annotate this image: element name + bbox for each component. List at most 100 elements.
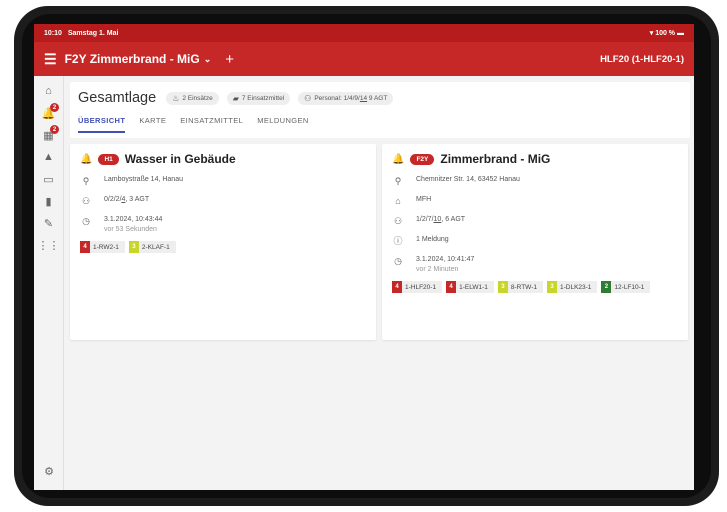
unit-status: 4	[392, 281, 402, 293]
personal-label: Personal: 1/4/9/14 9 AGT	[314, 95, 387, 102]
crew-suffix: , 6 AGT	[441, 216, 466, 223]
statistics-icon[interactable]: ▮	[34, 190, 63, 212]
tab-karte[interactable]: KARTE	[139, 116, 166, 133]
crew-row: ⚇ 0/2/2/4, 3 AGT	[80, 196, 366, 208]
info-icon: ⓘ	[393, 236, 403, 246]
dashboard-badge: 2	[50, 125, 59, 134]
building-row: ⌂ MFH	[392, 196, 678, 208]
unit-chip[interactable]: 3 1-DLK23-1	[546, 281, 598, 293]
unit-status: 4	[80, 241, 90, 253]
crew-prefix: 0/2/2/	[104, 196, 122, 203]
unit-chip[interactable]: 3 2-KLAF-1	[128, 241, 176, 253]
people-icon: ⚇	[304, 93, 312, 103]
unit-status: 3	[546, 281, 557, 293]
truck-icon: ▰	[232, 93, 239, 103]
personal-chip[interactable]: ⚇ Personal: 1/4/9/14 9 AGT	[298, 91, 394, 105]
unit-status: 4	[446, 281, 457, 293]
pen-icon[interactable]: ✎	[34, 212, 63, 234]
people-icon: ⚇	[393, 216, 403, 226]
crew-text: 0/2/2/4, 3 AGT	[104, 196, 149, 203]
page-title: Gesamtlage	[78, 90, 157, 106]
address-text: Lamboystraße 14, Hanau	[104, 176, 183, 183]
location-pin-icon: ⚲	[82, 176, 90, 186]
unit-label: 1-RW2-1	[93, 243, 119, 251]
tab-bar: ÜBERSICHT KARTE EINSATZMITTEL MELDUNGEN	[78, 116, 682, 133]
main-content: Gesamtlage ♨ 2 Einsätze ▰ 7 Einsatzmitte…	[70, 82, 690, 340]
unit-status: 3	[497, 281, 508, 293]
status-date: Samstag 1. Mai	[67, 29, 119, 37]
chevron-down-icon: ⌄	[203, 53, 212, 64]
message-row: ⓘ 1 Meldung	[392, 236, 678, 248]
status-battery: 100 %	[655, 30, 676, 37]
unit-label: 8-RTW-1	[510, 283, 537, 291]
alarm-icon[interactable]: 🔔 2	[34, 102, 63, 124]
unit-status: 3	[128, 241, 139, 253]
home-icon[interactable]: ⌂	[34, 80, 63, 102]
tab-einsatzmittel[interactable]: EINSATZMITTEL	[180, 116, 243, 133]
unit-label: 1-DLK23-1	[559, 283, 592, 291]
dashboard-icon[interactable]: ▦ 2	[34, 124, 63, 146]
alarm-time-ago: vor 2 Minuten	[416, 266, 459, 273]
app-title: F2Y Zimmerbrand - MiG	[64, 52, 200, 66]
incident-selector[interactable]: F2Y Zimmerbrand - MiG ⌄	[65, 52, 212, 66]
einsatzmittel-label: 7 Einsatzmittel	[241, 94, 285, 102]
unit-chip[interactable]: 3 8-RTW-1	[497, 281, 543, 293]
tab-uebersicht[interactable]: ÜBERSICHT	[78, 116, 126, 133]
incident-title: Wasser in Gebäude	[124, 152, 236, 166]
status-time: 10:10	[44, 29, 62, 37]
time-row: ◷ 3.1.2024, 10:43:44 vor 53 Sekunden	[80, 216, 366, 233]
crew-text: 1/2/7/10, 6 AGT	[416, 216, 465, 223]
overview-header: Gesamtlage ♨ 2 Einsätze ▰ 7 Einsatzmitte…	[70, 82, 690, 138]
message-text: 1 Meldung	[416, 236, 449, 243]
einsaetze-chip[interactable]: ♨ 2 Einsätze	[166, 91, 219, 105]
tab-meldungen[interactable]: MELDUNGEN	[257, 116, 309, 133]
einsatzmittel-chip[interactable]: ▰ 7 Einsatzmittel	[226, 91, 291, 105]
personal-suffix: 9 AGT	[367, 94, 388, 102]
wifi-icon: ▾	[649, 30, 654, 37]
clock-icon: ◷	[82, 216, 90, 226]
incident-title: Zimmerbrand - MiG	[440, 152, 551, 166]
location-pin-icon: ⚲	[394, 176, 402, 186]
incident-keyword-pill: F2Y	[410, 153, 435, 165]
screen: 10:10 Samstag 1. Mai ▾ 100 % ▬ ☰ F2Y Zim…	[34, 24, 694, 490]
incident-cards: 🔔 H1 Wasser in Gebäude ⚲ Lamboystraße 14…	[70, 144, 690, 340]
incident-card-f2y[interactable]: 🔔 F2Y Zimmerbrand - MiG ⚲ Chemnitzer Str…	[382, 144, 688, 340]
unit-chip[interactable]: 4 1-HLF20-1	[392, 281, 443, 293]
status-bar: 10:10 Samstag 1. Mai ▾ 100 % ▬	[34, 24, 694, 42]
building-text: MFH	[416, 196, 432, 203]
alarm-time: 3.1.2024, 10:43:44	[104, 216, 163, 223]
settings-icon[interactable]: ⚙	[34, 465, 64, 478]
alarm-time: 3.1.2024, 10:41:47	[416, 256, 475, 263]
incident-card-h1[interactable]: 🔔 H1 Wasser in Gebäude ⚲ Lamboystraße 14…	[70, 144, 376, 340]
clock-icon: ◷	[394, 256, 402, 266]
unit-label: 2-KLAF-1	[141, 243, 170, 251]
battery-icon: ▬	[677, 30, 684, 37]
bell-icon: 🔔	[80, 153, 93, 165]
bell-icon: 🔔	[392, 153, 405, 165]
unit-list: 4 1-RW2-1 3 2-KLAF-1	[80, 241, 366, 253]
unit-chip[interactable]: 4 1-ELW1-1	[446, 281, 494, 293]
unit-label: 12-LF10-1	[614, 283, 645, 291]
menu-icon[interactable]: ☰	[44, 51, 57, 68]
unit-label: 1-HLF20-1	[405, 283, 437, 291]
alarm-time-ago: vor 53 Sekunden	[104, 226, 157, 233]
unit-chip[interactable]: 2 12-LF10-1	[601, 281, 651, 293]
crew-suffix: , 3 AGT	[125, 196, 150, 203]
personal-underlined: 14	[359, 94, 368, 102]
vehicle-label[interactable]: HLF20 (1-HLF20-1)	[600, 54, 684, 65]
unit-label: 1-ELW1-1	[459, 283, 488, 291]
unit-chip[interactable]: 4 1-RW2-1	[80, 241, 125, 253]
add-incident-button[interactable]: +	[225, 51, 234, 68]
crew-prefix: 1/2/7/	[416, 216, 434, 223]
crew-row: ⚇ 1/2/7/10, 6 AGT	[392, 216, 678, 228]
time-row: ◷ 3.1.2024, 10:41:47 vor 2 Minuten	[392, 256, 678, 273]
navigation-rail: ⌂ 🔔 2 ▦ 2 ▲ ▭ ▮ ✎ ⋮⋮ ⚙	[34, 76, 64, 490]
vehicle-icon[interactable]: ▭	[34, 168, 63, 190]
apps-grid-icon[interactable]: ⋮⋮	[34, 234, 63, 256]
unit-status: 2	[601, 281, 612, 293]
personal-prefix: Personal: 1/4/9/	[314, 94, 360, 102]
app-bar: ☰ F2Y Zimmerbrand - MiG ⌄ + HLF20 (1-HLF…	[34, 42, 694, 76]
status-right: ▾ 100 % ▬	[650, 29, 684, 37]
warning-icon[interactable]: ▲	[34, 146, 63, 168]
house-icon: ⌂	[395, 196, 401, 206]
